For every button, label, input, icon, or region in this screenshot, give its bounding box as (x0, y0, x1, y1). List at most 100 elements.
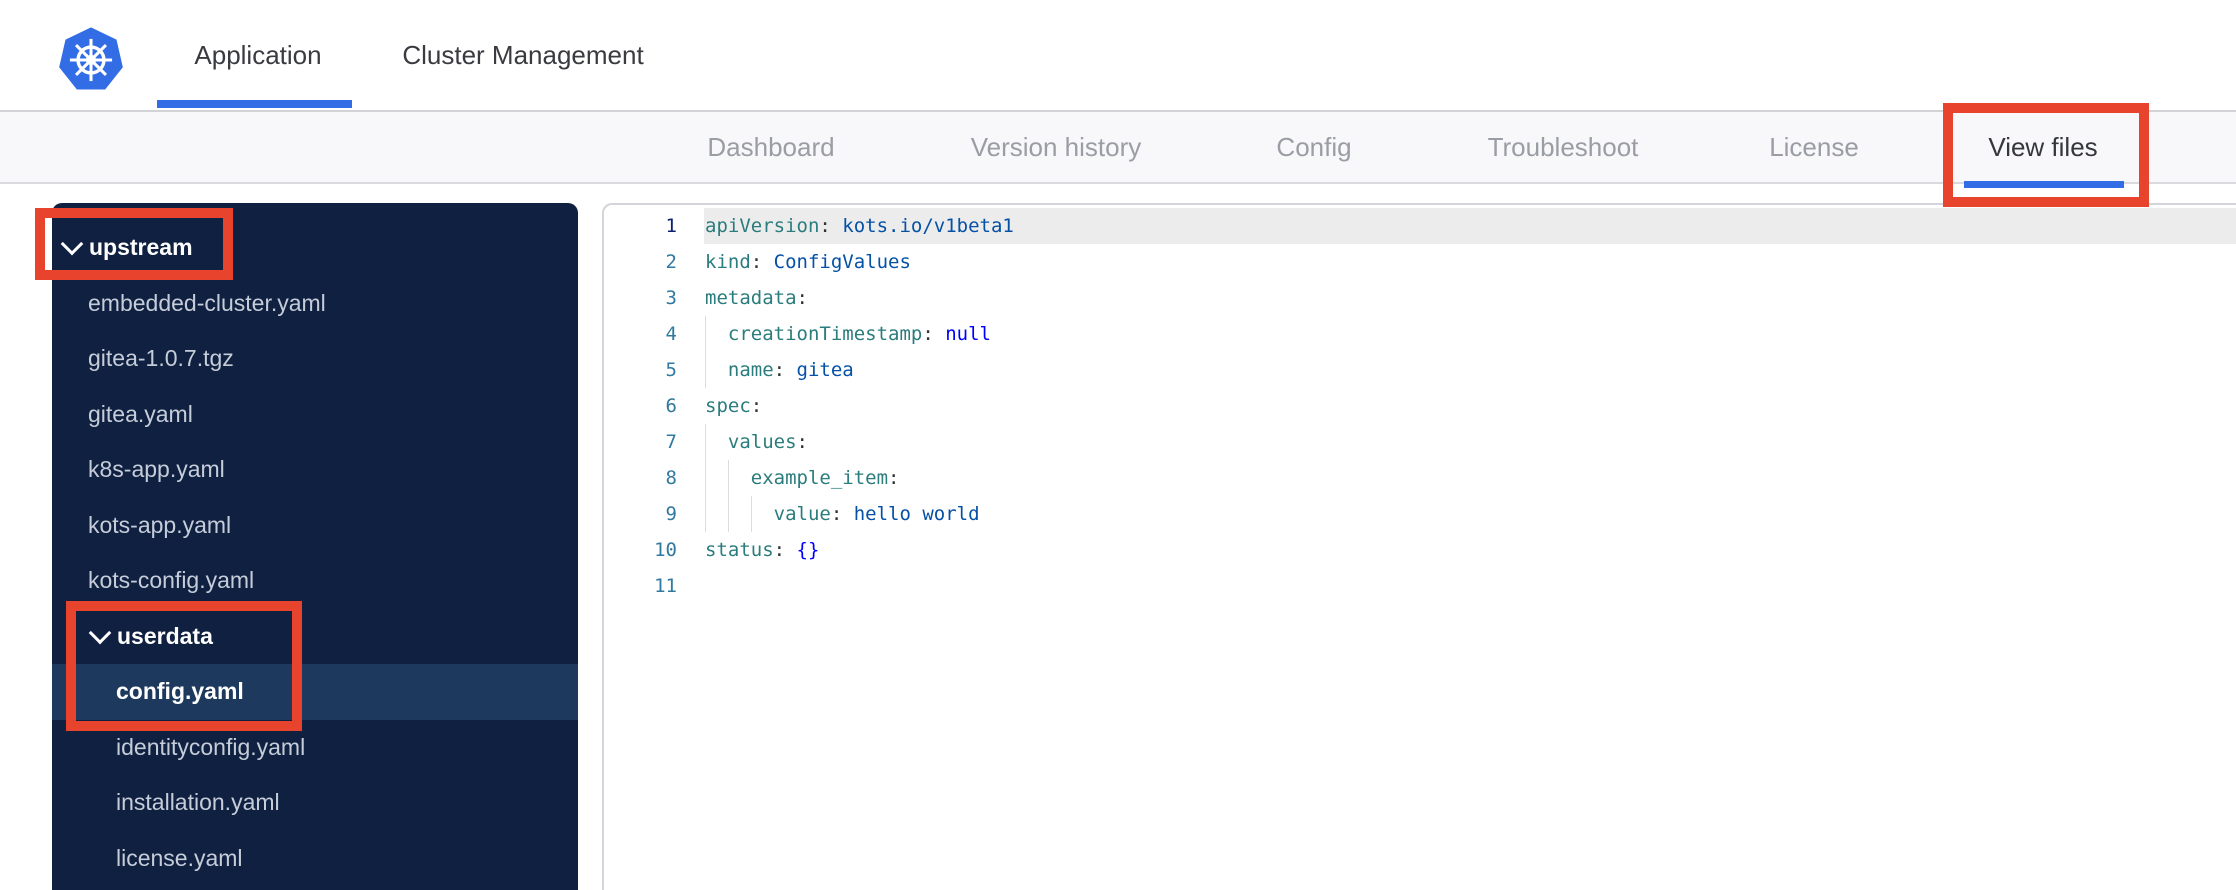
file-label: installation.yaml (116, 789, 280, 816)
chevron-down-icon (60, 232, 84, 256)
code-line-7: 7 values: (604, 424, 2236, 460)
line-number: 11 (654, 575, 677, 597)
file-label: kots-app.yaml (88, 511, 232, 538)
subnav-tab-config[interactable]: Config (1276, 112, 1351, 182)
line-number: 6 (665, 395, 677, 417)
tree-file-kots-app.yaml[interactable]: kots-app.yaml (52, 498, 578, 554)
code-line-content: spec: (705, 388, 762, 424)
token-key: metadata (705, 287, 797, 309)
token-key: name (727, 359, 774, 381)
view-files-underline (1964, 181, 2124, 188)
token-punc: : (922, 323, 946, 345)
token-key: value (773, 503, 831, 525)
header-bar: Application Cluster Management (0, 0, 2236, 112)
code-line-content: value: hello world (705, 496, 980, 532)
line-number: 1 (665, 215, 677, 237)
token-punc: : (888, 467, 900, 489)
subnav-tab-dashboard[interactable]: Dashboard (707, 112, 834, 182)
code-line-11: 11 (604, 568, 2236, 604)
file-label: config.yaml (116, 678, 244, 705)
line-number: 3 (665, 287, 677, 309)
header-tab-cluster-management[interactable]: Cluster Management (402, 0, 643, 110)
file-label: kots-config.yaml (88, 567, 255, 594)
tree-file-k8s-app.yaml[interactable]: k8s-app.yaml (52, 442, 578, 498)
tree-file-gitea.yaml[interactable]: gitea.yaml (52, 387, 578, 443)
folder-label: upstream (89, 234, 193, 261)
subnav-tab-label: Troubleshoot (1487, 131, 1639, 162)
subnav-tab-license[interactable]: License (1769, 112, 1859, 182)
tree-file-embedded-cluster.yaml[interactable]: embedded-cluster.yaml (52, 276, 578, 332)
subnav-tab-label: View files (1988, 131, 2098, 162)
token-key: status (705, 539, 774, 561)
token-key: example_item (750, 467, 889, 489)
header-tab-label: Application (194, 39, 322, 70)
code-line-content: status: {} (705, 532, 819, 568)
code-line-8: 8 example_item: (604, 460, 2236, 496)
token-key: apiVersion (705, 215, 820, 237)
tree-file-config.yaml[interactable]: config.yaml (52, 664, 578, 720)
token-str: hello world (853, 503, 980, 525)
tree-folder-upstream[interactable]: upstream (52, 220, 578, 276)
tree-file-installation.yaml[interactable]: installation.yaml (52, 775, 578, 831)
line-number: 5 (665, 359, 677, 381)
code-line-9: 9 value: hello world (604, 496, 2236, 532)
subnav-tab-label: License (1769, 131, 1859, 162)
header-tab-label: Cluster Management (402, 39, 644, 70)
code-line-6: 6 spec: (604, 388, 2236, 424)
file-tree-sidebar: upstream embedded-cluster.yaml gitea-1.0.7… (52, 203, 578, 890)
line-number: 9 (665, 503, 677, 525)
token-punc: : (796, 431, 808, 453)
token-key: spec (705, 395, 751, 417)
subnav-tab-label: Config (1276, 131, 1352, 162)
token-str: kots.io/v1beta1 (842, 215, 1014, 237)
file-label: identityconfig.yaml (116, 733, 306, 760)
subnav-tab-label: Dashboard (707, 131, 835, 162)
code-line-content: metadata: (705, 280, 808, 316)
token-key: kind (705, 251, 751, 273)
code-line-content: values: (705, 424, 808, 460)
token-key: values (727, 431, 797, 453)
token-punc: : (796, 287, 808, 309)
code-line-1: 1 apiVersion: kots.io/v1beta1 (604, 208, 2236, 244)
token-key: creationTimestamp (727, 323, 923, 345)
code-line-content: creationTimestamp: null (705, 316, 991, 352)
active-tab-underline (157, 100, 352, 108)
token-str: gitea (796, 359, 854, 381)
tree-file-kots-config.yaml[interactable]: kots-config.yaml (52, 553, 578, 609)
app-subnav: Dashboard Version history Config Troublesho… (0, 112, 2236, 188)
token-punc: : (773, 539, 797, 561)
code-line-3: 3 metadata: (604, 280, 2236, 316)
file-label: license.yaml (116, 844, 243, 871)
subnav-tab-version-history[interactable]: Version history (971, 112, 1142, 182)
token-punc: : (750, 395, 763, 417)
code-line-content: kind: ConfigValues (705, 244, 911, 280)
chevron-down-icon (88, 621, 112, 645)
code-line-10: 10 status: {} (604, 532, 2236, 568)
token-punc: : (773, 359, 797, 381)
folder-label: userdata (117, 622, 213, 649)
tree-file-gitea-1.0.7.tgz[interactable]: gitea-1.0.7.tgz (52, 331, 578, 387)
tree-file-license.yaml[interactable]: license.yaml (52, 831, 578, 887)
tree-file-identityconfig.yaml[interactable]: identityconfig.yaml (52, 720, 578, 776)
token-str: ConfigValues (773, 251, 911, 273)
line-number: 7 (665, 431, 677, 453)
file-label: k8s-app.yaml (88, 456, 225, 483)
token-punc: : (819, 215, 843, 237)
line-number: 4 (665, 323, 677, 345)
token-punc: : (830, 503, 854, 525)
code-line-content: name: gitea (705, 352, 854, 388)
code-line-5: 5 name: gitea (604, 352, 2236, 388)
token-kw: {} (796, 539, 820, 561)
subnav-tab-troubleshoot[interactable]: Troubleshoot (1488, 112, 1639, 182)
code-line-4: 4 creationTimestamp: null (604, 316, 2236, 352)
kubernetes-logo (59, 27, 123, 90)
line-number: 2 (665, 251, 677, 273)
file-label: gitea-1.0.7.tgz (88, 345, 234, 372)
subnav-tab-view-files[interactable]: View files (1988, 112, 2097, 182)
yaml-editor[interactable]: 1 apiVersion: kots.io/v1beta1 2 kind: Confi… (602, 203, 2236, 890)
file-label: gitea.yaml (88, 400, 193, 427)
tree-folder-userdata[interactable]: userdata (52, 609, 578, 665)
token-punc: : (750, 251, 774, 273)
header-tab-application[interactable]: Application (194, 0, 321, 110)
file-label: embedded-cluster.yaml (88, 289, 326, 316)
